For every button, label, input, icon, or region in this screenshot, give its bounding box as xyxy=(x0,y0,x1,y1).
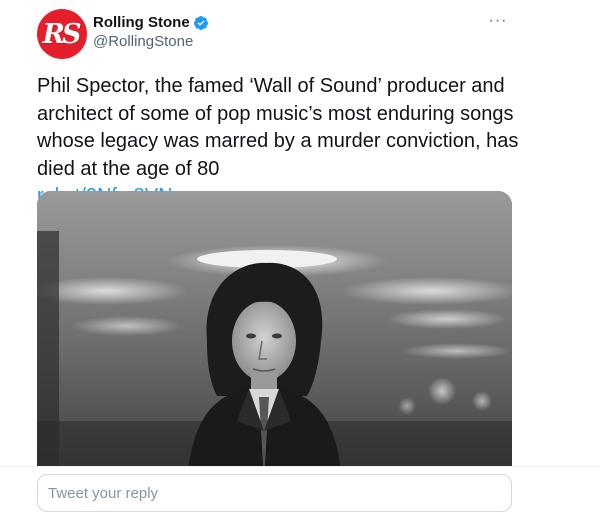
photo-portrait-image xyxy=(37,191,512,481)
author-name-row[interactable]: Rolling Stone xyxy=(93,14,209,31)
tweet-photo[interactable] xyxy=(37,191,512,481)
divider xyxy=(0,466,600,467)
author-handle[interactable]: @RollingStone xyxy=(93,33,193,50)
avatar-logo-text: RS xyxy=(42,18,82,50)
verified-badge-icon xyxy=(193,15,208,30)
avatar[interactable]: RS xyxy=(37,9,87,59)
tweet-text: Phil Spector, the famed ‘Wall of Sound’ … xyxy=(37,75,519,180)
tweet-body: Phil Spector, the famed ‘Wall of Sound’ … xyxy=(37,73,547,211)
more-horizontal-icon[interactable]: ··· xyxy=(484,10,512,32)
display-name[interactable]: Rolling Stone xyxy=(93,14,190,31)
reply-input[interactable] xyxy=(37,474,512,512)
